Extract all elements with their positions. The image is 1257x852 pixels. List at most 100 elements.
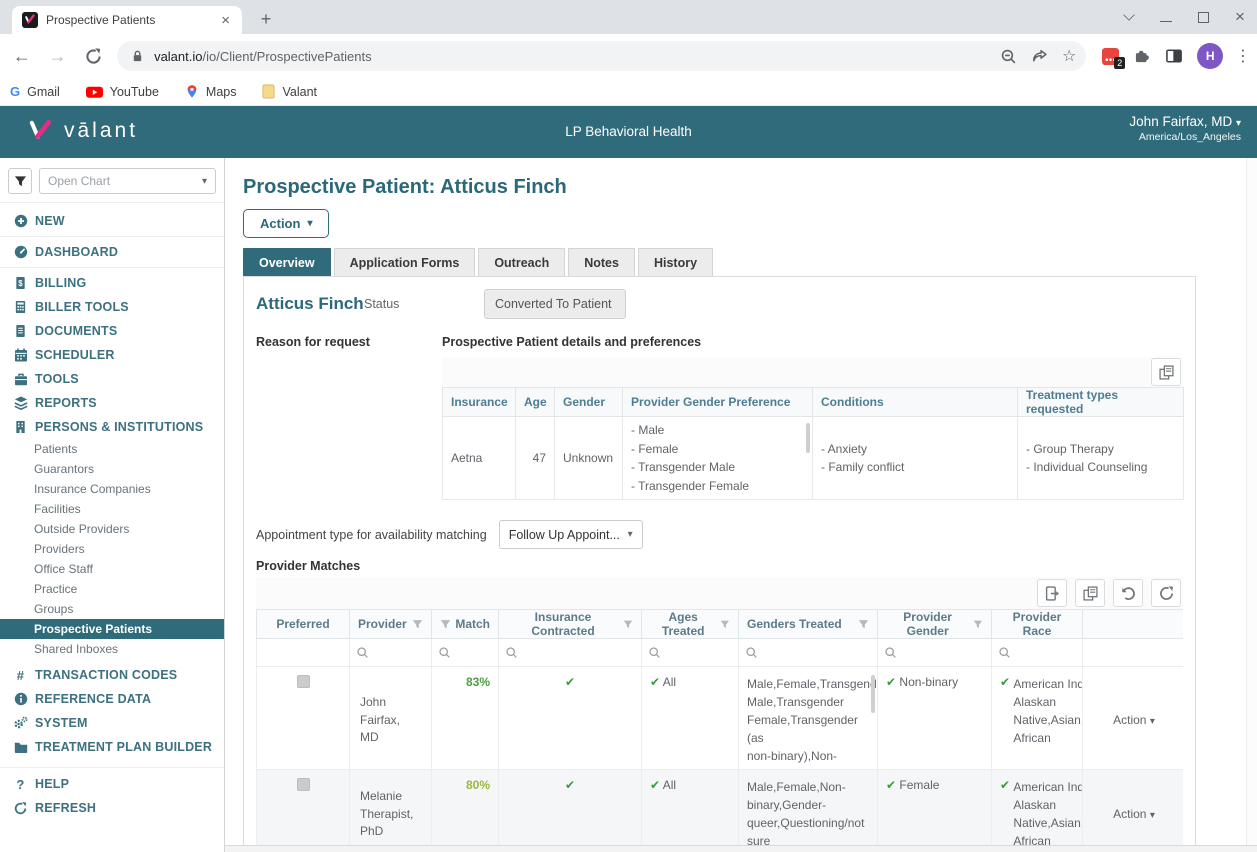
user-menu[interactable]: John Fairfax, MD ▾ America/Los_Angeles bbox=[1129, 114, 1241, 143]
sidebar-item-providers[interactable]: Providers bbox=[0, 539, 224, 559]
sidebar-item-tools[interactable]: TOOLS bbox=[0, 367, 224, 391]
back-button[interactable]: ← bbox=[8, 46, 36, 67]
export-button[interactable] bbox=[1037, 579, 1067, 607]
sidebar-item-practice[interactable]: Practice bbox=[0, 579, 224, 599]
sidebar-item-facilities[interactable]: Facilities bbox=[0, 499, 224, 519]
filter-provider-race[interactable] bbox=[992, 639, 1083, 667]
column-chooser-button[interactable] bbox=[1151, 358, 1181, 386]
check-icon: ✔ bbox=[1000, 675, 1010, 689]
filter-provider[interactable] bbox=[350, 639, 432, 667]
sidebar-item-billing[interactable]: $ BILLING bbox=[0, 271, 224, 295]
bookmark-valant[interactable]: Valant bbox=[262, 84, 317, 99]
horizontal-scrollbar[interactable] bbox=[225, 845, 1257, 852]
profile-avatar[interactable]: H bbox=[1197, 43, 1223, 69]
sidebar-item-scheduler[interactable]: SCHEDULER bbox=[0, 343, 224, 367]
cell-scrollbar[interactable] bbox=[806, 423, 810, 453]
sidebar-item-new[interactable]: NEW bbox=[0, 209, 224, 233]
row-action-button[interactable]: Action ▾ bbox=[1083, 667, 1184, 770]
lock-icon[interactable] bbox=[131, 49, 144, 63]
address-bar[interactable]: valant.io/io/Client/ProspectivePatients … bbox=[117, 41, 1086, 71]
sidebar-item-reference-data[interactable]: REFERENCE DATA bbox=[0, 687, 224, 711]
bookmark-gmail[interactable]: G Gmail bbox=[10, 84, 60, 99]
column-chooser-button[interactable] bbox=[1075, 579, 1105, 607]
col-insurance-contracted[interactable]: Insurance Contracted bbox=[499, 610, 642, 639]
col-provider-gender[interactable]: Provider Gender bbox=[878, 610, 992, 639]
preferred-checkbox[interactable] bbox=[297, 778, 310, 791]
col-preferred[interactable]: Preferred bbox=[257, 610, 350, 639]
filter-match[interactable] bbox=[432, 639, 499, 667]
filter-provider-gender[interactable] bbox=[878, 639, 992, 667]
col-match[interactable]: Match bbox=[432, 610, 499, 639]
share-icon[interactable] bbox=[1031, 48, 1048, 65]
filter-insurance-contracted[interactable] bbox=[499, 639, 642, 667]
sidebar-item-documents[interactable]: DOCUMENTS bbox=[0, 319, 224, 343]
cell-scrollbar[interactable] bbox=[871, 675, 875, 713]
filter-genders-treated[interactable] bbox=[739, 639, 878, 667]
maximize-button[interactable] bbox=[1198, 12, 1209, 23]
col-genders-treated[interactable]: Genders Treated bbox=[739, 610, 878, 639]
col-insurance[interactable]: Insurance bbox=[443, 388, 516, 417]
tab-application-forms[interactable]: Application Forms bbox=[334, 248, 476, 276]
sidebar-item-biller-tools[interactable]: BILLER TOOLS bbox=[0, 295, 224, 319]
col-provider-gender-preference[interactable]: Provider Gender Preference bbox=[623, 388, 813, 417]
close-window-button[interactable]: × bbox=[1235, 10, 1249, 24]
browser-menu-icon[interactable]: ⋮ bbox=[1235, 46, 1251, 66]
sidebar-item-prospective-patients[interactable]: Prospective Patients bbox=[0, 619, 224, 639]
sidebar-item-treatment-plan-builder[interactable]: TREATMENT PLAN BUILDER bbox=[0, 735, 224, 759]
tab-history[interactable]: History bbox=[638, 248, 713, 276]
col-ages-treated[interactable]: Ages Treated bbox=[642, 610, 739, 639]
sidebar-item-system[interactable]: SYSTEM bbox=[0, 711, 224, 735]
sidebar-item-persons-institutions[interactable]: PERSONS & INSTITUTIONS bbox=[0, 415, 224, 439]
side-panel-icon[interactable] bbox=[1165, 47, 1183, 65]
open-chart-select[interactable]: Open Chart ▾ bbox=[39, 168, 216, 194]
col-conditions[interactable]: Conditions bbox=[813, 388, 1018, 417]
details-header-row: Insurance Age Gender Provider Gender Pre… bbox=[443, 388, 1184, 417]
status-input[interactable] bbox=[484, 289, 626, 319]
bookmark-maps[interactable]: Maps bbox=[185, 84, 237, 99]
undo-button[interactable] bbox=[1113, 579, 1143, 607]
tab-overview[interactable]: Overview bbox=[243, 248, 331, 276]
zoom-icon[interactable] bbox=[1000, 48, 1017, 65]
provider-cell: John Fairfax, MD bbox=[350, 667, 432, 770]
reload-button[interactable] bbox=[79, 48, 107, 65]
check-icon: ✔ bbox=[886, 675, 896, 689]
sidebar-item-patients[interactable]: Patients bbox=[0, 439, 224, 459]
col-treatment-types[interactable]: Treatment types requested bbox=[1018, 388, 1184, 417]
sidebar-item-office-staff[interactable]: Office Staff bbox=[0, 559, 224, 579]
sidebar-item-groups[interactable]: Groups bbox=[0, 599, 224, 619]
browser-tab[interactable]: Prospective Patients × bbox=[12, 6, 242, 34]
sidebar-item-dashboard[interactable]: DASHBOARD bbox=[0, 240, 224, 264]
check-icon: ✔ bbox=[650, 778, 660, 792]
sidebar-item-refresh[interactable]: REFRESH bbox=[0, 796, 224, 820]
col-age[interactable]: Age bbox=[516, 388, 555, 417]
sidebar-item-shared-inboxes[interactable]: Shared Inboxes bbox=[0, 639, 224, 659]
col-provider-race[interactable]: Provider Race bbox=[992, 610, 1083, 639]
extensions-puzzle-icon[interactable] bbox=[1133, 47, 1151, 65]
col-gender[interactable]: Gender bbox=[555, 388, 623, 417]
extension-button[interactable]: 2 bbox=[1102, 48, 1119, 65]
sidebar-item-guarantors[interactable]: Guarantors bbox=[0, 459, 224, 479]
refresh-grid-button[interactable] bbox=[1151, 579, 1181, 607]
bookmark-youtube[interactable]: YouTube bbox=[86, 85, 159, 99]
sidebar-item-help[interactable]: ? HELP bbox=[0, 772, 224, 796]
chevron-down-icon[interactable] bbox=[1123, 9, 1134, 20]
sidebar-item-outside-providers[interactable]: Outside Providers bbox=[0, 519, 224, 539]
preferred-checkbox[interactable] bbox=[297, 675, 310, 688]
new-tab-button[interactable]: + bbox=[254, 8, 278, 32]
tab-notes[interactable]: Notes bbox=[568, 248, 635, 276]
action-button[interactable]: Action ▾ bbox=[243, 209, 329, 238]
sidebar-item-reports[interactable]: REPORTS bbox=[0, 391, 224, 415]
sidebar-item-insurance-companies[interactable]: Insurance Companies bbox=[0, 479, 224, 499]
tab-outreach[interactable]: Outreach bbox=[478, 248, 565, 276]
sidebar-item-transaction-codes[interactable]: # TRANSACTION CODES bbox=[0, 663, 224, 687]
minimize-button[interactable] bbox=[1160, 21, 1172, 22]
appointment-type-select[interactable]: Follow Up Appoint... ▾ bbox=[499, 520, 643, 549]
filter-button[interactable] bbox=[8, 168, 32, 194]
row-action-button[interactable]: Action ▾ bbox=[1083, 770, 1184, 852]
forward-button[interactable]: → bbox=[44, 46, 72, 67]
tab-close-icon[interactable]: × bbox=[217, 13, 234, 28]
filter-ages-treated[interactable] bbox=[642, 639, 739, 667]
col-provider[interactable]: Provider bbox=[350, 610, 432, 639]
vertical-scrollbar[interactable] bbox=[1246, 158, 1257, 845]
bookmark-star-icon[interactable]: ☆ bbox=[1062, 46, 1076, 66]
